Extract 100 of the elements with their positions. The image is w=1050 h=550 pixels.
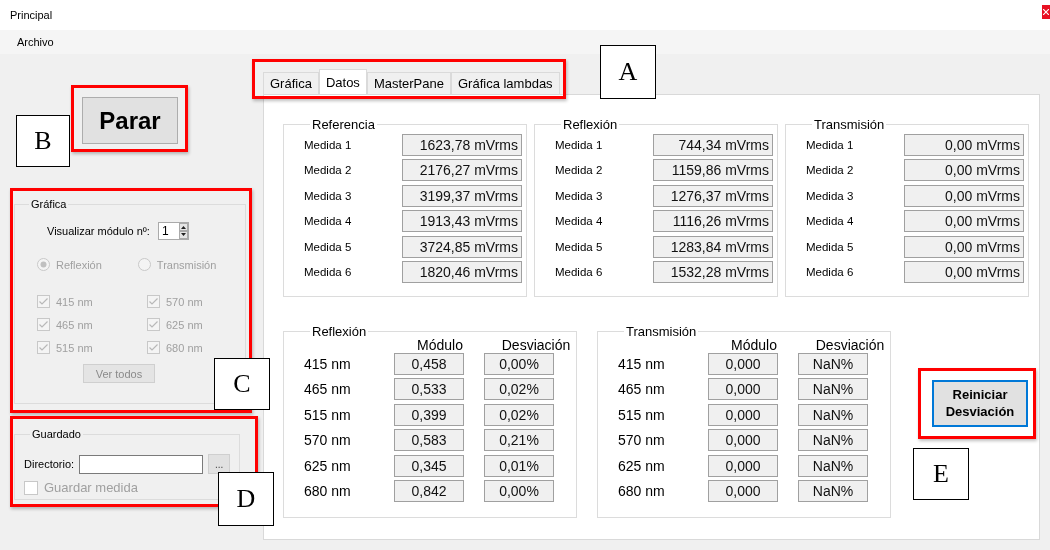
module-spinner[interactable]: 1 — [157, 222, 189, 240]
group-title: Gráfica — [30, 198, 68, 210]
module-field: 0,000 — [708, 454, 778, 477]
wavelength-label: 570 nm — [618, 432, 666, 449]
measure-label: Medida 1 — [555, 139, 603, 151]
wavelength-label: 515 nm — [618, 406, 666, 423]
group-title: Transmisión — [625, 324, 698, 339]
checkbox-label: 515 nm — [56, 341, 93, 354]
group-title: Guardado — [31, 428, 82, 440]
module-field: 0,000 — [708, 429, 778, 452]
value-field: 1913,43 mVrms — [402, 210, 522, 233]
measure-label: Medida 3 — [304, 189, 352, 202]
directory-field[interactable] — [79, 454, 204, 474]
measure-label: Medida 6 — [806, 265, 854, 278]
measure-label: Medida 2 — [304, 164, 352, 177]
measure-label: Medida 2 — [555, 164, 603, 177]
module-field: 0,399 — [394, 403, 464, 426]
measure-label: Medida 4 — [555, 215, 603, 228]
wavelength-label: 415 nm — [304, 356, 352, 372]
deviation-field: NaN% — [798, 479, 868, 502]
group-title: Reflexión — [311, 324, 368, 339]
tab[interactable]: Datos — [318, 69, 367, 94]
wavelength-label: 570 nm — [304, 432, 352, 449]
group-title: Reflexión — [562, 117, 619, 132]
annotation-label: B — [16, 115, 70, 167]
measure-label: Medida 5 — [806, 240, 854, 253]
deviation-field: 0,01% — [484, 454, 554, 477]
value-field: 0,00 mVrms — [904, 159, 1024, 182]
value-field: 0,00 mVrms — [904, 184, 1024, 207]
close-button[interactable] — [1042, 5, 1050, 19]
value-field: 0,00 mVrms — [904, 260, 1024, 283]
value-field: 1283,84 mVrms — [653, 235, 773, 258]
tab[interactable]: Gráfica — [263, 72, 319, 94]
module-field: 0,000 — [708, 479, 778, 502]
checkbox-label: 415 nm — [56, 295, 93, 308]
value-field: 0,00 mVrms — [904, 134, 1024, 156]
column-header: Desviación — [500, 337, 572, 353]
module-field: 0,345 — [394, 454, 464, 477]
value-field: 744,34 mVrms — [653, 134, 773, 156]
spinner-arrows-icon — [178, 223, 188, 239]
wavelength-label: 465 nm — [618, 381, 666, 398]
menu-item[interactable]: Archivo — [17, 36, 54, 48]
column-header: Módulo — [730, 337, 778, 353]
checkbox-label: 465 nm — [56, 318, 93, 331]
deviation-field: NaN% — [798, 378, 868, 401]
checkbox-label: 570 nm — [166, 295, 203, 308]
deviation-field: NaN% — [798, 353, 868, 375]
module-label: Visualizar módulo nº: — [47, 225, 150, 237]
annotation-label: D — [218, 472, 274, 526]
tab[interactable]: MasterPane — [366, 72, 451, 94]
checkbox-label: 680 nm — [166, 341, 203, 354]
value-field: 3199,37 mVrms — [402, 184, 522, 207]
wavelength-label: 680 nm — [304, 482, 352, 499]
measure-label: Medida 5 — [304, 240, 352, 253]
checkbox-label: Guardar medida — [44, 480, 138, 495]
value-field: 1116,26 mVrms — [653, 210, 773, 233]
reset-deviation-button[interactable]: Reiniciar Desviación — [932, 380, 1028, 427]
measure-label: Medida 3 — [806, 189, 854, 202]
group-title: Transmisión — [813, 117, 886, 132]
measure-label: Medida 6 — [304, 265, 352, 278]
deviation-field: 0,00% — [484, 353, 554, 375]
tab[interactable]: Gráfica lambdas — [450, 72, 560, 94]
module-field: 0,533 — [394, 378, 464, 401]
deviation-field: NaN% — [798, 429, 868, 452]
checkbox-label: 625 nm — [166, 318, 203, 331]
group-title: Referencia — [311, 117, 376, 132]
deviation-field: NaN% — [798, 454, 868, 477]
value-field: 1820,46 mVrms — [402, 260, 522, 283]
measure-label: Medida 4 — [806, 215, 854, 228]
stop-button[interactable]: Parar — [82, 97, 178, 144]
deviation-field: 0,21% — [484, 429, 554, 452]
value-field: 0,00 mVrms — [904, 210, 1024, 233]
measure-label: Medida 6 — [555, 265, 603, 278]
measure-label: Medida 1 — [806, 139, 854, 151]
browse-button[interactable]: ... — [208, 454, 231, 474]
measure-label: Medida 5 — [555, 240, 603, 253]
radio-label: Reflexión — [56, 258, 102, 271]
wavelength-label: 680 nm — [618, 482, 666, 499]
module-field: 0,000 — [708, 353, 778, 375]
deviation-field: 0,00% — [484, 479, 554, 502]
measure-label: Medida 3 — [555, 189, 603, 202]
value-field: 0,00 mVrms — [904, 235, 1024, 258]
window-title: Principal — [10, 9, 53, 21]
wavelength-label: 625 nm — [304, 457, 352, 474]
deviation-field: 0,02% — [484, 403, 554, 426]
value-field: 1532,28 mVrms — [653, 260, 773, 283]
directory-label: Directorio: — [24, 458, 75, 470]
module-field: 0,842 — [394, 479, 464, 502]
wavelength-label: 515 nm — [304, 406, 352, 423]
value-field: 1623,78 mVrms — [402, 134, 522, 156]
annotation-label: C — [214, 358, 270, 410]
annotation-label: E — [913, 448, 969, 500]
value-field: 2176,27 mVrms — [402, 159, 522, 182]
wavelength-label: 465 nm — [304, 381, 352, 398]
column-header: Desviación — [814, 337, 886, 353]
measure-label: Medida 1 — [304, 139, 352, 151]
wavelength-label: 415 nm — [618, 356, 666, 372]
measure-label: Medida 2 — [806, 164, 854, 177]
measure-label: Medida 4 — [304, 215, 352, 228]
module-field: 0,000 — [708, 403, 778, 426]
